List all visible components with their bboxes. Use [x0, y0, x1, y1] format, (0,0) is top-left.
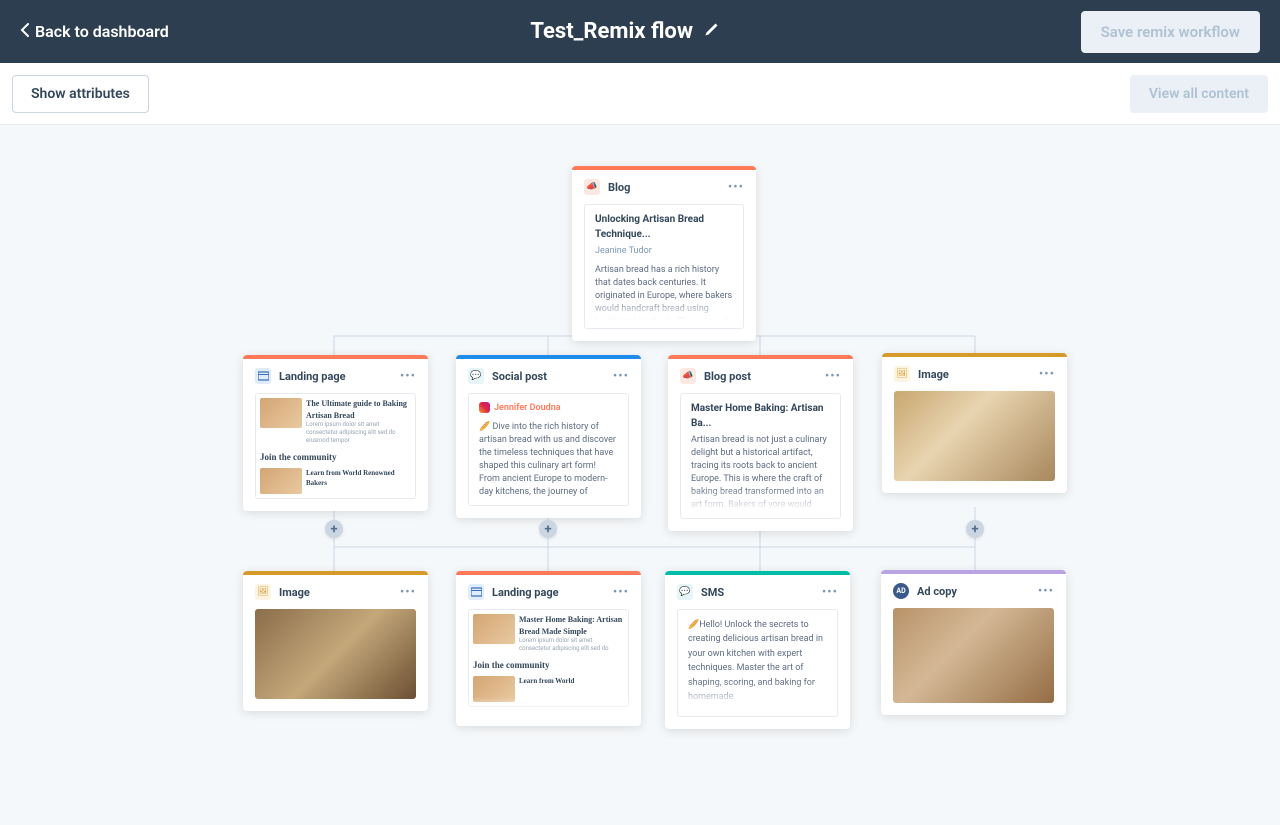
toolbar: Show attributes View all content — [0, 63, 1280, 125]
back-to-dashboard-link[interactable]: Back to dashboard — [20, 22, 169, 41]
card-image-2[interactable]: 🖼 Image ••• — [243, 571, 428, 711]
image-preview — [255, 609, 416, 699]
card-menu-button[interactable]: ••• — [613, 369, 629, 384]
add-branch-button[interactable]: + — [539, 520, 557, 538]
card-sms[interactable]: 💬 SMS ••• 🥖Hello! Unlock the secrets to … — [665, 571, 850, 729]
card-blog-root[interactable]: 📣 Blog ••• Unlocking Artisan Bread Techn… — [572, 166, 756, 341]
card-landing-page-2[interactable]: Landing page ••• Master Home Baking: Art… — [456, 571, 641, 726]
add-branch-button[interactable]: + — [966, 520, 984, 538]
save-workflow-button[interactable]: Save remix workflow — [1081, 11, 1260, 53]
title-wrap: Test_Remix flow — [530, 19, 719, 44]
add-branch-button[interactable]: + — [325, 520, 343, 538]
card-menu-button[interactable]: ••• — [613, 585, 629, 600]
app-header: Back to dashboard Test_Remix flow Save r… — [0, 0, 1280, 63]
ad-image-preview — [893, 608, 1054, 703]
image-icon: 🖼 — [894, 366, 910, 382]
image-preview — [894, 391, 1055, 481]
card-ad-copy[interactable]: AD Ad copy ••• — [881, 570, 1066, 715]
social-icon: 💬 — [468, 368, 484, 384]
card-landing-page[interactable]: Landing page ••• The Ultimate guide to B… — [243, 355, 428, 511]
blog-icon: 📣 — [584, 179, 600, 195]
card-header: 📣 Blog ••• — [572, 170, 756, 204]
instagram-icon — [479, 402, 490, 413]
sms-icon: 💬 — [677, 584, 693, 600]
card-blog-post[interactable]: 📣 Blog post ••• Master Home Baking: Arti… — [668, 355, 853, 531]
back-label: Back to dashboard — [35, 22, 169, 41]
show-attributes-button[interactable]: Show attributes — [12, 75, 149, 113]
blog-icon: 📣 — [680, 368, 696, 384]
chevron-left-icon — [20, 22, 29, 41]
image-icon: 🖼 — [255, 584, 271, 600]
card-menu-button[interactable]: ••• — [822, 585, 838, 600]
landing-page-icon — [255, 368, 271, 384]
card-menu-button[interactable]: ••• — [728, 180, 744, 195]
card-menu-button[interactable]: ••• — [825, 369, 841, 384]
ad-icon: AD — [893, 583, 909, 599]
card-menu-button[interactable]: ••• — [1038, 584, 1054, 599]
card-social-post[interactable]: 💬 Social post ••• Jennifer Doudna 🥖 Dive… — [456, 355, 641, 518]
flow-canvas[interactable]: 📣 Blog ••• Unlocking Artisan Bread Techn… — [0, 125, 1280, 813]
card-menu-button[interactable]: ••• — [400, 369, 416, 384]
landing-page-icon — [468, 584, 484, 600]
card-image-1[interactable]: 🖼 Image ••• — [882, 353, 1067, 493]
pencil-icon — [703, 22, 719, 38]
edit-title-button[interactable] — [703, 22, 719, 42]
view-all-content-button[interactable]: View all content — [1130, 75, 1268, 113]
page-title: Test_Remix flow — [530, 19, 693, 44]
card-menu-button[interactable]: ••• — [400, 585, 416, 600]
card-menu-button[interactable]: ••• — [1039, 367, 1055, 382]
